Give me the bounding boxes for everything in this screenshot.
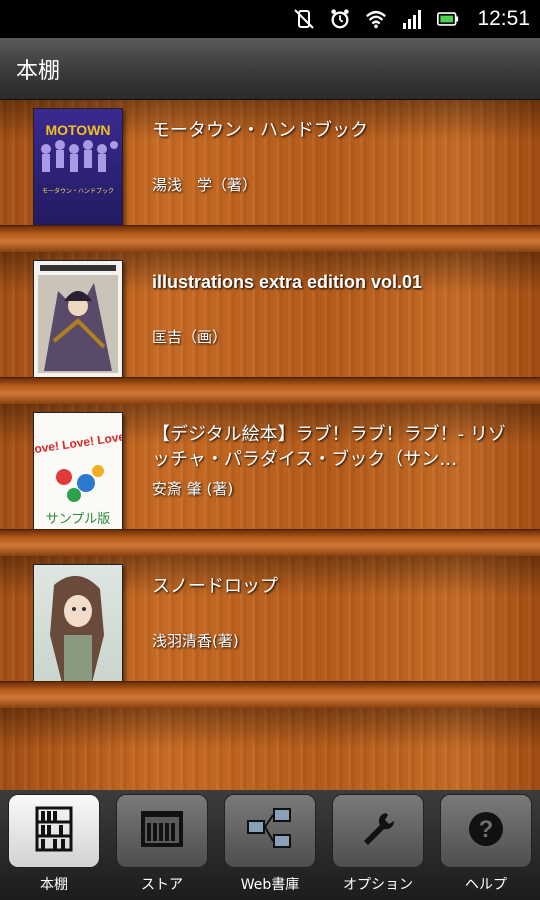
nav-web-library[interactable]: Web書庫 [222,794,318,894]
bookshelf: MOTOWN モータウン・ハンドブック モータウン・ハンドブック 湯浅 学（著）… [0,100,540,790]
book-row[interactable]: スノードロップ 浅羽清香(著) [0,556,540,708]
book-title: illustrations extra edition vol.01 [152,272,423,292]
empty-shelf [0,708,540,790]
status-bar: 12:51 [0,0,540,38]
signal-icon [401,8,423,30]
nav-label: Web書庫 [240,877,300,893]
book-title: モータウン・ハンドブック [152,120,368,141]
shelf-board [0,225,540,252]
book-cover[interactable]: MOTOWN モータウン・ハンドブック [33,108,123,228]
book-cover[interactable] [33,564,123,684]
svg-text:?: ? [479,816,494,843]
book-title: スノードロップ [152,576,278,597]
store-icon [139,809,185,853]
shelf-board [0,377,540,404]
nav-help[interactable]: ? ヘルプ [438,794,534,894]
book-author: 湯浅 学（著） [152,176,258,194]
page-title: 本棚 [0,38,540,100]
nav-help-button[interactable]: ? [440,794,532,868]
nav-label: ストア [141,877,183,893]
nav-web-library-button[interactable] [224,794,316,868]
book-author: 匡吉（画） [152,328,228,346]
shelf-board [0,681,540,708]
svg-text:サンプル版: サンプル版 [46,512,111,527]
nav-label: ヘルプ [465,877,507,893]
battery-icon [437,8,459,30]
book-row[interactable]: MOTOWN モータウン・ハンドブック モータウン・ハンドブック 湯浅 学（著） [0,100,540,252]
book-cover[interactable] [33,260,123,380]
bookshelf-icon [34,805,74,857]
book-title: 【デジタル絵本】ラブ！ラブ！ラブ！- リゾッチャ・パラダイス・ブック（サン… [152,424,506,470]
book-row[interactable]: Love! Love! Love! サンプル版 【デジタル絵本】ラブ！ラブ！ラブ… [0,404,540,556]
wrench-icon [358,809,398,853]
alarm-icon [329,8,351,30]
svg-text:モータウン・ハンドブック: モータウン・ハンドブック [42,187,114,195]
book-row[interactable]: illustrations extra edition vol.01 匡吉（画） [0,252,540,404]
nav-bookshelf-button[interactable] [8,794,100,868]
nav-store-button[interactable] [116,794,208,868]
status-time: 12:51 [477,7,530,30]
book-author: 安斎 肇 (著) [152,480,234,498]
nav-options-button[interactable] [332,794,424,868]
wifi-icon [365,8,387,30]
help-icon: ? [466,809,506,853]
network-icon [245,806,295,856]
svg-text:Love! Love! Love!: Love! Love! Love! [34,429,122,457]
shelf-board [0,529,540,556]
bottom-nav: 本棚 ストア Web書庫 オプション ? ヘルプ [0,790,540,900]
nav-label: オプション [343,877,413,893]
nav-store[interactable]: ストア [114,794,210,894]
book-cover[interactable]: Love! Love! Love! サンプル版 [33,412,123,532]
nav-label: 本棚 [40,877,68,893]
vibrate-off-icon [293,8,315,30]
svg-text:MOTOWN: MOTOWN [45,122,110,138]
nav-options[interactable]: オプション [330,794,426,894]
book-author: 浅羽清香(著) [152,632,239,650]
nav-bookshelf[interactable]: 本棚 [6,794,102,894]
